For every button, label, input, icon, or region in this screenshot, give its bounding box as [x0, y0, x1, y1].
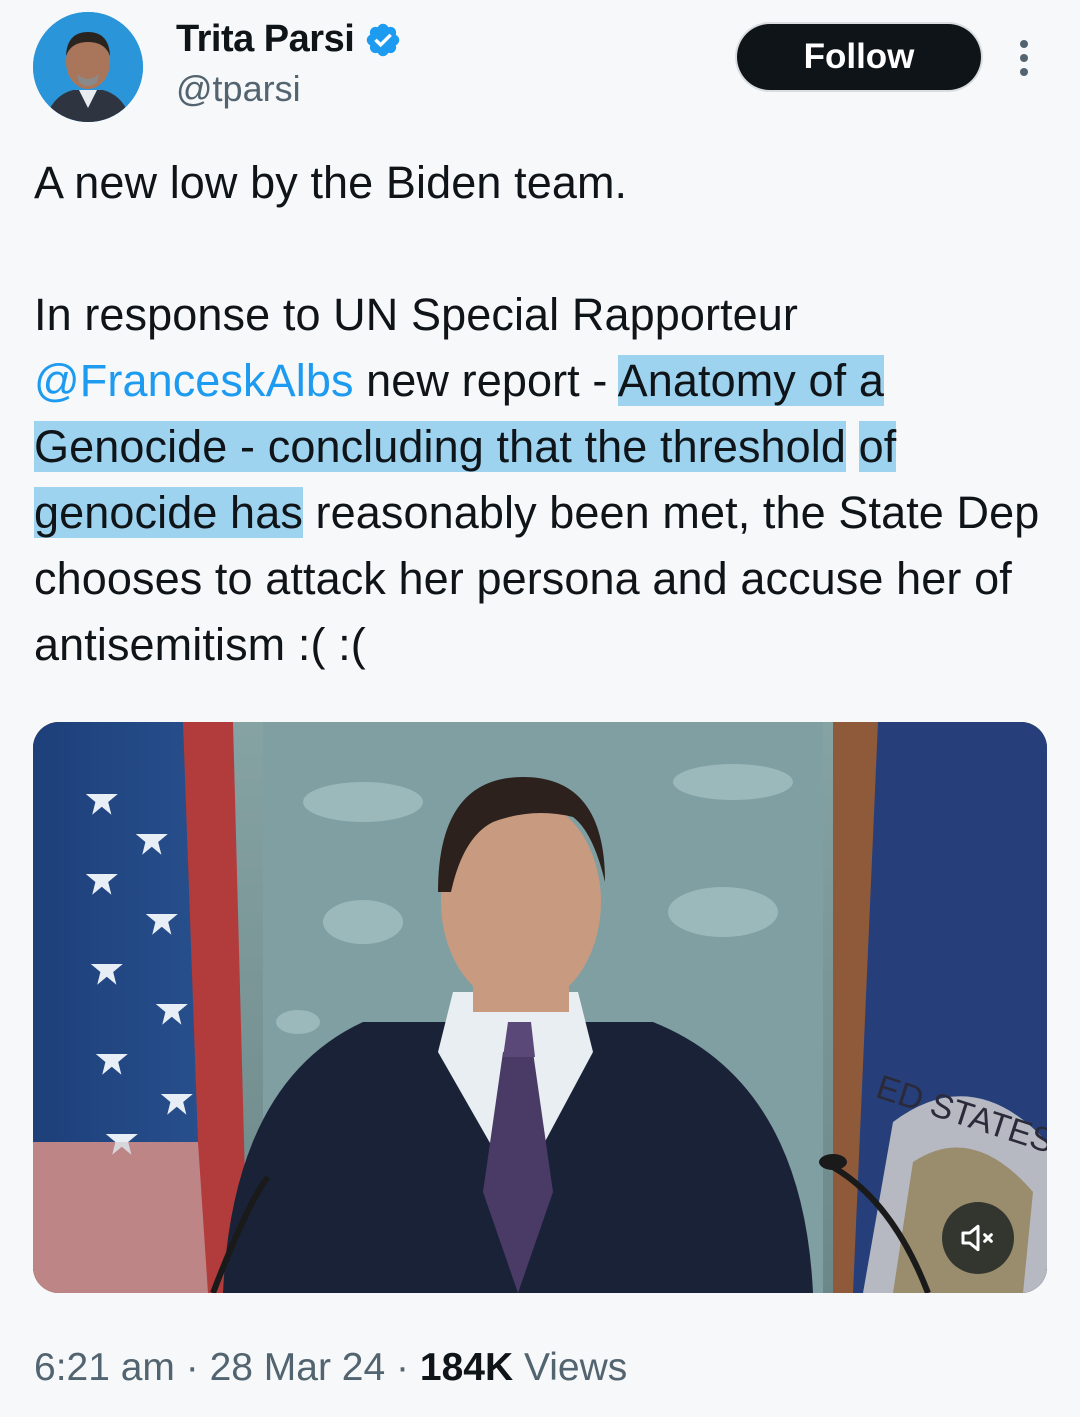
- mute-button[interactable]: [942, 1202, 1014, 1274]
- tweet-text: A new low by the Biden team. In response…: [34, 150, 1049, 678]
- tweet-video[interactable]: ED STATES: [33, 722, 1047, 1293]
- tweet-meta: 6:21 am · 28 Mar 24 · 184K Views: [34, 1346, 627, 1390]
- author-avatar[interactable]: [33, 12, 143, 122]
- tweet-time[interactable]: 6:21 am: [34, 1346, 175, 1389]
- speaker-muted-icon: [961, 1224, 993, 1252]
- tweet-card: Trita Parsi @tparsi Follow A new low by …: [0, 0, 1080, 1417]
- selected-text-1: Anatomy of a: [617, 355, 884, 406]
- mention-link[interactable]: @FranceskAlbs: [34, 355, 354, 406]
- tweet-text-mid: new report -: [353, 355, 618, 406]
- tweet-text-line1: A new low by the Biden team.: [34, 157, 628, 208]
- selected-text-2: Genocide - concluding that the threshold: [34, 421, 847, 472]
- views-count[interactable]: 184K: [420, 1346, 513, 1389]
- author-name[interactable]: Trita Parsi: [176, 18, 402, 61]
- tweet-text-paragraph2: In response to UN Special Rapporteur @Fr…: [34, 282, 1049, 678]
- views-label: Views: [513, 1346, 628, 1389]
- follow-button[interactable]: Follow: [737, 24, 981, 90]
- verified-badge-icon: [367, 23, 400, 56]
- meta-separator: ·: [385, 1346, 420, 1389]
- tweet-date[interactable]: 28 Mar 24: [210, 1346, 386, 1389]
- avatar-image: [33, 12, 143, 122]
- more-options-icon[interactable]: [1012, 38, 1036, 78]
- tweet-text-prefix: In response to UN Special Rapporteur: [34, 289, 799, 340]
- video-frame: ED STATES: [33, 722, 1047, 1293]
- author-handle[interactable]: @tparsi: [176, 68, 301, 110]
- author-name-text: Trita Parsi: [176, 18, 355, 60]
- meta-separator: ·: [174, 1346, 210, 1389]
